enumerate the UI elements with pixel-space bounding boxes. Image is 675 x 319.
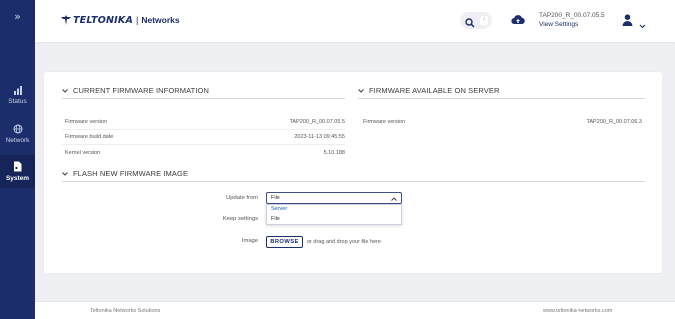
sidebar-item-label: Network xyxy=(5,137,30,144)
chevron-down-icon[interactable] xyxy=(639,16,646,34)
section-server-firmware[interactable]: FIRMWARE AVAILABLE ON SERVER xyxy=(358,86,499,95)
info-row: Firmware version TAP200_R_00.07.05.5 xyxy=(65,116,345,129)
search-button[interactable]: / xyxy=(460,12,492,29)
info-value: TAP200_R_00.07.05.5 xyxy=(289,119,345,125)
sidebar-item-status[interactable]: Status xyxy=(0,78,35,112)
signal-bars-icon xyxy=(0,82,35,96)
info-key: Firmware build date xyxy=(65,134,114,140)
image-label: Image xyxy=(241,238,258,244)
divider xyxy=(358,98,645,99)
browse-button[interactable]: BROWSE xyxy=(266,236,303,248)
chevron-down-icon xyxy=(62,169,68,178)
update-from-dropdown: Server File xyxy=(266,204,402,225)
drop-zone-text[interactable]: or drag and drop your file here xyxy=(307,239,381,245)
logo-subtitle: Networks xyxy=(141,15,180,25)
section-current-firmware[interactable]: CURRENT FIRMWARE INFORMATION xyxy=(62,86,209,95)
sidebar-item-label: System xyxy=(5,175,30,182)
user-icon[interactable] xyxy=(622,13,633,31)
update-from-select[interactable]: File xyxy=(266,192,402,204)
header-firmware-version: TAP200_R_00.07.05.5 xyxy=(539,12,605,19)
view-settings-link[interactable]: View Settings xyxy=(539,20,605,29)
divider xyxy=(62,144,345,145)
chevron-down-icon xyxy=(62,86,68,95)
sidebar-item-system[interactable]: System xyxy=(0,155,35,188)
search-icon xyxy=(465,15,475,33)
footer: Teltonika Networks Solutions www.teltoni… xyxy=(35,301,675,319)
sidebar-item-label: Status xyxy=(8,98,27,105)
search-shortcut-badge: / xyxy=(480,16,488,25)
sidebar-item-network[interactable]: Network xyxy=(0,117,35,151)
dropdown-option-server[interactable]: Server xyxy=(267,205,401,214)
update-from-label: Update from xyxy=(226,195,258,201)
dropdown-option-file[interactable]: File xyxy=(267,215,401,224)
divider xyxy=(62,129,345,130)
info-row: Kernel version 5.10.188 xyxy=(65,147,345,160)
info-key: Firmware version xyxy=(65,119,108,125)
info-key: Firmware version xyxy=(363,119,406,125)
firmware-info-block: TAP200_R_00.07.05.5 View Settings xyxy=(539,12,605,29)
section-title: CURRENT FIRMWARE INFORMATION xyxy=(73,86,209,95)
section-title: FLASH NEW FIRMWARE IMAGE xyxy=(73,169,189,178)
info-value: TAP200_R_00.07.06.3 xyxy=(586,119,642,125)
teltonika-logo[interactable]: TELTONIKA | Networks xyxy=(61,13,180,27)
info-key: Kernel version xyxy=(65,150,101,156)
divider xyxy=(62,98,345,99)
cloud-upload-icon[interactable] xyxy=(511,13,525,31)
keep-settings-label: Keep settings xyxy=(222,216,258,222)
section-title: FIRMWARE AVAILABLE ON SERVER xyxy=(369,86,500,95)
info-value: 5.10.188 xyxy=(323,150,345,156)
divider xyxy=(62,181,645,182)
footer-company: Teltonika Networks Solutions xyxy=(90,308,161,314)
select-value: File xyxy=(271,195,280,201)
chevron-down-icon xyxy=(358,86,364,95)
info-row: Firmware build date 2023-11-13 09:45:55 xyxy=(65,131,345,144)
info-value: 2023-11-13 09:45:55 xyxy=(294,134,345,140)
document-icon xyxy=(0,159,35,173)
top-header: TELTONIKA | Networks / TAP200_R_00.07.05… xyxy=(35,0,675,42)
sidebar: » Status Network System xyxy=(0,0,35,319)
section-flash-firmware[interactable]: FLASH NEW FIRMWARE IMAGE xyxy=(62,169,188,178)
logo-mark-icon xyxy=(61,15,71,25)
logo-separator: | xyxy=(136,15,139,25)
footer-website-link[interactable]: www.teltonika-networks.com xyxy=(543,308,612,314)
sidebar-toggle-button[interactable]: » xyxy=(0,10,35,23)
logo-name: TELTONIKA xyxy=(73,14,134,26)
info-row: Firmware version TAP200_R_00.07.06.3 xyxy=(363,116,642,129)
globe-icon xyxy=(0,121,35,135)
